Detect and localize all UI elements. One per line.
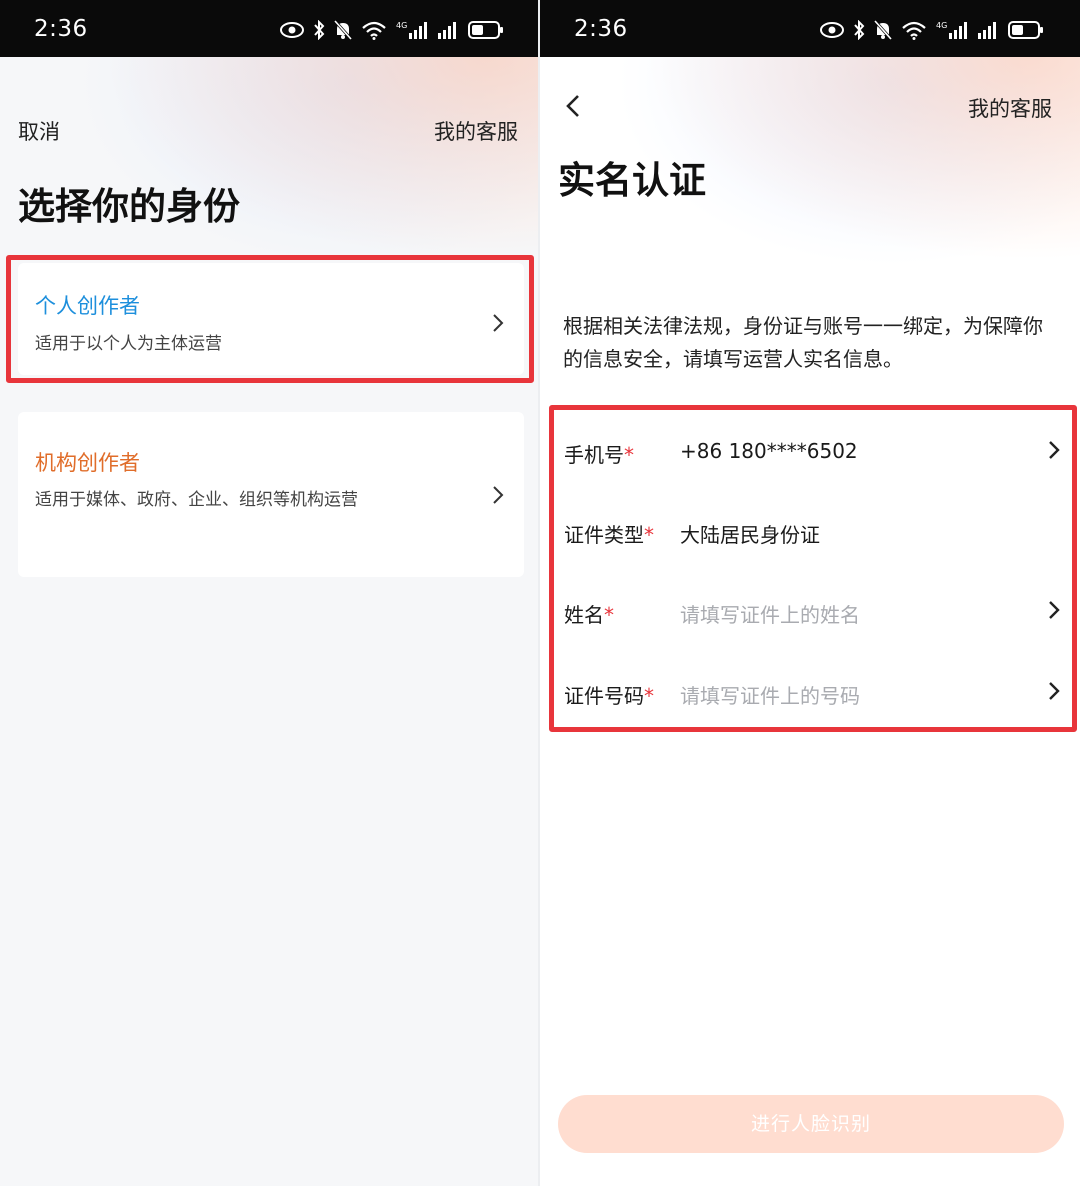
real-name-auth-screen: 2:36 4G 我的客服 实名认证 根据相关法律法规，身份证与账号一一绑定，为保…: [540, 0, 1080, 1186]
bluetooth-icon: [313, 20, 325, 40]
customer-service-link[interactable]: 我的客服: [434, 116, 518, 146]
svg-text:4G: 4G: [396, 21, 407, 30]
eye-icon: [820, 21, 844, 39]
highlight-box: [6, 255, 534, 383]
page-title: 选择你的身份: [18, 185, 240, 228]
status-bar: 2:36 4G: [540, 0, 1080, 57]
option-organization-creator[interactable]: 机构创作者 适用于媒体、政府、企业、组织等机构运营: [18, 412, 524, 577]
status-time: 2:36: [574, 16, 628, 42]
status-bar: 2:36 4G: [0, 0, 540, 57]
status-icons: 4G: [280, 16, 504, 44]
customer-service-link[interactable]: 我的客服: [968, 93, 1052, 123]
status-icons: 4G: [820, 16, 1044, 44]
wifi-icon: [901, 20, 927, 40]
option-description: 适用于媒体、政府、企业、组织等机构运营: [35, 490, 358, 510]
highlight-box: [549, 405, 1077, 732]
identity-select-screen: 2:36 4G 取消 我的客服 选择你的身份 个人创作者 适用于以个人为主体运营…: [0, 0, 540, 1186]
signal-icon: [437, 20, 459, 40]
signal-icon: [977, 20, 999, 40]
eye-icon: [280, 21, 304, 39]
svg-text:4G: 4G: [936, 21, 947, 30]
face-recognition-button[interactable]: 进行人脸识别: [558, 1095, 1064, 1153]
bell-off-icon: [334, 20, 352, 40]
auth-description: 根据相关法律法规，身份证与账号一一绑定，为保障你的信息安全，请填写运营人实名信息…: [563, 314, 1043, 371]
bluetooth-icon: [853, 20, 865, 40]
bell-off-icon: [874, 20, 892, 40]
status-time: 2:36: [34, 16, 88, 42]
wifi-icon: [361, 20, 387, 40]
back-chevron-icon[interactable]: [566, 94, 580, 122]
signal-icon: 4G: [936, 20, 968, 40]
chevron-right-icon: [492, 485, 504, 509]
option-title: 机构创作者: [35, 451, 140, 475]
cancel-button[interactable]: 取消: [18, 116, 60, 146]
battery-icon: [1008, 20, 1044, 40]
page-title: 实名认证: [558, 159, 706, 202]
signal-icon: 4G: [396, 20, 428, 40]
battery-icon: [468, 20, 504, 40]
